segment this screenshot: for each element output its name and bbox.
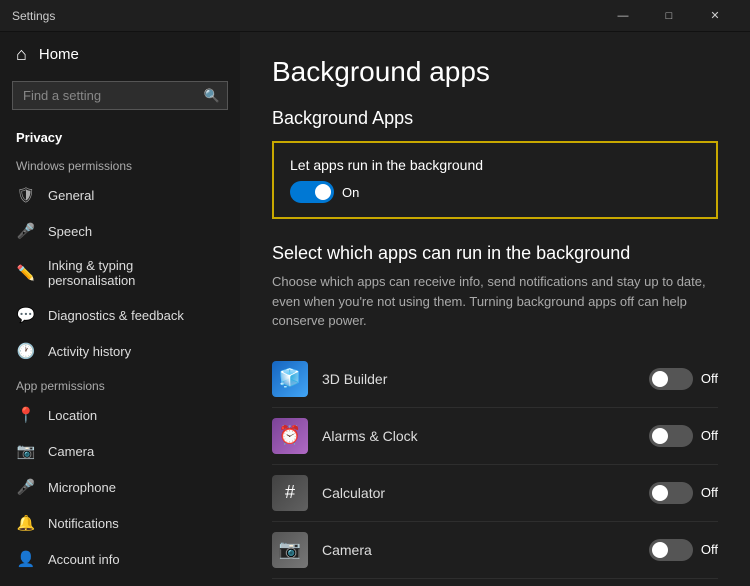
sidebar-item-label: Camera [48, 444, 94, 459]
main-toggle-switch[interactable]: On [290, 181, 700, 203]
app-icon-3dbuilder: 🧊 [272, 361, 308, 397]
app-toggle-track-1[interactable] [649, 425, 693, 447]
window-title: Settings [12, 9, 600, 23]
sidebar-item-general[interactable]: 🛡 General [0, 177, 240, 213]
app-toggle-label-2: Off [701, 485, 718, 500]
sidebar-item-activity[interactable]: 🕐 Activity history [0, 333, 240, 369]
app-toggle-label-3: Off [701, 542, 718, 557]
general-icon: 🛡 [16, 186, 36, 204]
titlebar: Settings — □ ✕ [0, 0, 750, 32]
sidebar-item-label: Microphone [48, 480, 116, 495]
sidebar-item-speech[interactable]: 🎤 Speech [0, 213, 240, 249]
app-toggle-2[interactable]: Off [649, 482, 718, 504]
activity-icon: 🕐 [16, 342, 36, 360]
main-toggle-thumb [315, 184, 331, 200]
inking-icon: ✏️ [16, 264, 36, 282]
sidebar-item-label: Notifications [48, 516, 119, 531]
app-name-0: 3D Builder [322, 371, 649, 387]
main-toggle-track[interactable] [290, 181, 334, 203]
speech-icon: 🎤 [16, 222, 36, 240]
sidebar-search: 🔍 [12, 81, 228, 110]
app-toggle-thumb-2 [652, 485, 668, 501]
sidebar-item-camera[interactable]: 📷 Camera [0, 433, 240, 469]
privacy-label: Privacy [0, 118, 240, 149]
sidebar-item-location[interactable]: 📍 Location [0, 397, 240, 433]
app-toggle-thumb-0 [652, 371, 668, 387]
let-apps-toggle-card: Let apps run in the background On [272, 141, 718, 219]
app-toggle-label-1: Off [701, 428, 718, 443]
sidebar-item-label: Account info [48, 552, 120, 567]
sidebar-item-microphone[interactable]: 🎤 Microphone [0, 469, 240, 505]
app-name-1: Alarms & Clock [322, 428, 649, 444]
sidebar-item-label: Activity history [48, 344, 131, 359]
sidebar-item-inking[interactable]: ✏️ Inking & typing personalisation [0, 249, 240, 297]
camera-icon: 📷 [16, 442, 36, 460]
app-toggle-track-0[interactable] [649, 368, 693, 390]
minimize-button[interactable]: — [600, 0, 646, 32]
app-icon-calculator: # [272, 475, 308, 511]
window-controls: — □ ✕ [600, 0, 738, 32]
main-content: Background apps Background Apps Let apps… [240, 32, 750, 586]
app-container: ⌂ Home 🔍 Privacy Windows permissions 🛡 G… [0, 32, 750, 586]
search-input[interactable] [12, 81, 228, 110]
sidebar: ⌂ Home 🔍 Privacy Windows permissions 🛡 G… [0, 32, 240, 586]
maximize-button[interactable]: □ [646, 0, 692, 32]
app-toggle-track-2[interactable] [649, 482, 693, 504]
app-name-3: Camera [322, 542, 649, 558]
sidebar-item-label: Location [48, 408, 97, 423]
app-row: ⏰ Alarms & Clock Off [272, 408, 718, 465]
sidebar-item-diagnostics[interactable]: 💬 Diagnostics & feedback [0, 297, 240, 333]
app-name-2: Calculator [322, 485, 649, 501]
sidebar-item-label: Speech [48, 224, 92, 239]
sidebar-home-label: Home [39, 46, 79, 63]
sidebar-item-home[interactable]: ⌂ Home [0, 32, 240, 77]
diagnostics-icon: 💬 [16, 306, 36, 324]
microphone-icon: 🎤 [16, 478, 36, 496]
location-icon: 📍 [16, 406, 36, 424]
app-toggle-3[interactable]: Off [649, 539, 718, 561]
close-button[interactable]: ✕ [692, 0, 738, 32]
app-icon-camera: 📷 [272, 532, 308, 568]
app-row: 📷 Camera Off [272, 522, 718, 579]
app-toggle-thumb-3 [652, 542, 668, 558]
app-toggle-1[interactable]: Off [649, 425, 718, 447]
accountinfo-icon: 👤 [16, 550, 36, 568]
main-toggle-label: On [342, 185, 359, 200]
app-toggle-0[interactable]: Off [649, 368, 718, 390]
app-row: ⬛ Connect Off [272, 579, 718, 586]
app-permissions-header: App permissions [0, 369, 240, 397]
app-toggle-track-3[interactable] [649, 539, 693, 561]
search-icon: 🔍 [204, 88, 220, 104]
select-section-desc: Choose which apps can receive info, send… [272, 272, 718, 331]
home-icon: ⌂ [16, 44, 27, 65]
let-apps-label: Let apps run in the background [290, 157, 700, 173]
app-list: 🧊 3D Builder Off ⏰ Alarms & Clock Off # … [272, 351, 718, 586]
app-toggle-label-0: Off [701, 371, 718, 386]
sidebar-item-accountinfo[interactable]: 👤 Account info [0, 541, 240, 577]
app-row: # Calculator Off [272, 465, 718, 522]
app-icon-alarms: ⏰ [272, 418, 308, 454]
sidebar-item-label: Diagnostics & feedback [48, 308, 184, 323]
windows-permissions-header: Windows permissions [0, 149, 240, 177]
select-section-title: Select which apps can run in the backgro… [272, 243, 718, 264]
notifications-icon: 🔔 [16, 514, 36, 532]
app-row: 🧊 3D Builder Off [272, 351, 718, 408]
app-toggle-thumb-1 [652, 428, 668, 444]
sidebar-item-label: Inking & typing personalisation [48, 258, 224, 288]
background-apps-section-title: Background Apps [272, 108, 718, 129]
page-title: Background apps [272, 56, 718, 88]
sidebar-item-label: General [48, 188, 94, 203]
sidebar-item-notifications[interactable]: 🔔 Notifications [0, 505, 240, 541]
